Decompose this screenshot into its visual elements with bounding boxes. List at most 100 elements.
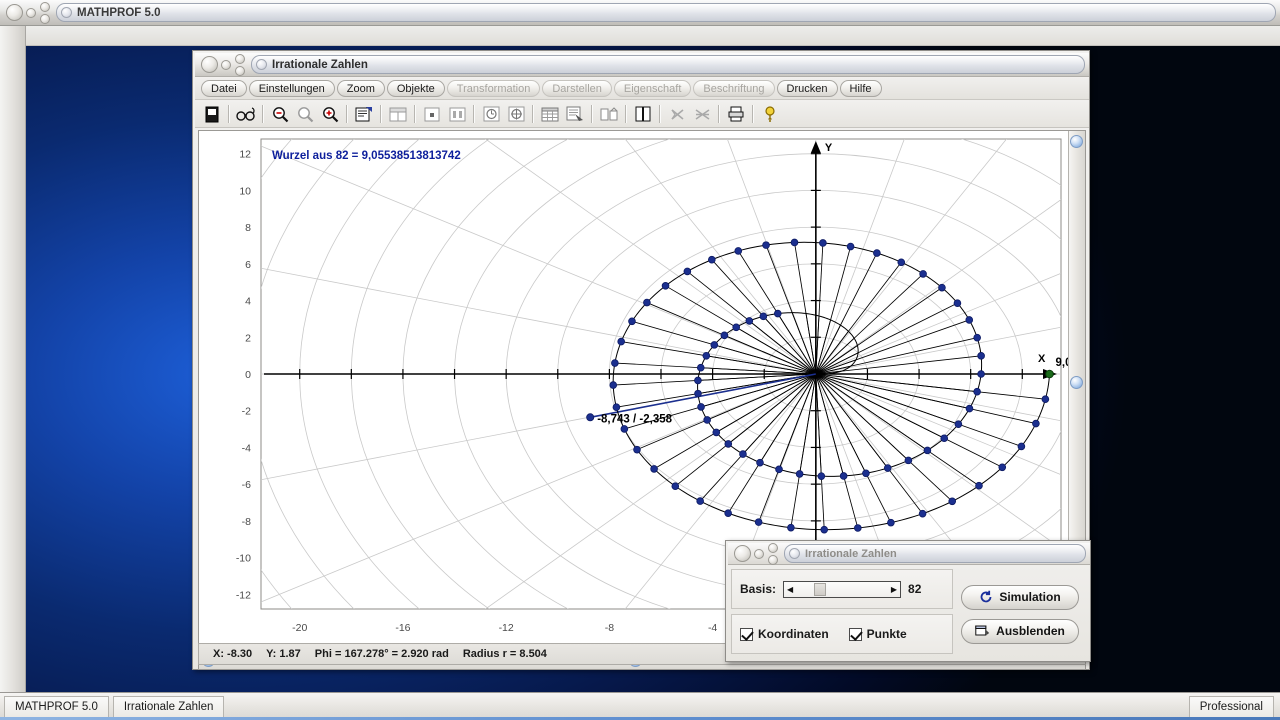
- data-point: [694, 389, 702, 398]
- data-point: [854, 524, 862, 532]
- menu-zoom[interactable]: Zoom: [336, 80, 385, 97]
- vscroll-thumb-top[interactable]: [1070, 135, 1083, 148]
- point-icon[interactable]: [420, 103, 444, 125]
- app-window-controls[interactable]: [0, 1, 50, 24]
- ausblenden-button[interactable]: Ausblenden: [961, 618, 1079, 644]
- taskbar-app-button[interactable]: MATHPROF 5.0: [4, 695, 109, 718]
- data-point: [661, 282, 670, 290]
- app-titlebar[interactable]: MATHPROF 5.0: [0, 0, 1280, 26]
- print-icon[interactable]: [724, 103, 748, 125]
- checkbox-koordinaten-box[interactable]: [740, 627, 753, 641]
- menu-datei[interactable]: Datei: [201, 80, 247, 97]
- mdi-close-blob-icon[interactable]: [201, 56, 218, 73]
- glasses-icon[interactable]: [234, 103, 258, 125]
- close-blob-icon[interactable]: [6, 4, 23, 21]
- data-point: [617, 337, 626, 346]
- toolbar-separator: [659, 105, 661, 123]
- data-point: [887, 518, 895, 527]
- data-point: [862, 469, 870, 478]
- status-radius: Radius r = 8.504: [462, 648, 547, 660]
- slider-thumb[interactable]: [814, 582, 827, 596]
- data-point: [683, 267, 692, 276]
- dialog-close-blob-icon[interactable]: [734, 545, 751, 562]
- compare-icon[interactable]: [597, 103, 621, 125]
- book-icon[interactable]: [631, 103, 655, 125]
- menu-hilfe[interactable]: Hilfe: [839, 80, 882, 97]
- toolbar-separator: [414, 105, 416, 123]
- dialog-blob-stack[interactable]: [768, 542, 778, 565]
- mdi-blob-stack[interactable]: [235, 53, 245, 76]
- basis-slider[interactable]: ◀ ▶: [783, 580, 902, 598]
- dialog-restore-blob-icon[interactable]: [768, 554, 778, 565]
- checkbox-punkte[interactable]: Punkte: [848, 627, 907, 641]
- dialog-title-plate: Irrationale Zahlen: [784, 544, 1086, 563]
- taskbar-window-button[interactable]: Irrationale Zahlen: [112, 695, 225, 718]
- window-split-icon[interactable]: [386, 103, 410, 125]
- menu-datei-label: Datei: [211, 82, 237, 95]
- end-point-label: 9,055: [1056, 357, 1069, 369]
- clock-icon[interactable]: [479, 103, 503, 125]
- zoom-out-icon[interactable]: [268, 103, 292, 125]
- y-tick-label: 6: [245, 259, 251, 271]
- zoom-in-icon[interactable]: [318, 103, 342, 125]
- data-point: [919, 270, 927, 278]
- data-point: [817, 472, 826, 480]
- menu-drucken-label: Drucken: [786, 82, 828, 95]
- properties-icon[interactable]: [352, 103, 376, 125]
- data-point: [897, 258, 906, 267]
- menu-eigenschaft: Eigenschaft: [613, 80, 692, 97]
- mdi-titlebar[interactable]: Irrationale Zahlen: [195, 53, 1089, 77]
- restore-blob-icon[interactable]: [40, 13, 50, 24]
- maximize-blob-icon[interactable]: [40, 1, 50, 12]
- toolbar-separator: [718, 105, 720, 123]
- annotation-label: -8,743 / -2,358: [597, 413, 672, 425]
- dialog-body: Basis: ◀ ▶ 82 Koordinaten Punkte Simulat…: [731, 569, 1087, 659]
- zoom-reset-icon[interactable]: [293, 103, 317, 125]
- columns-icon[interactable]: [445, 103, 469, 125]
- data-point: [633, 445, 641, 454]
- mdi-window-controls[interactable]: [195, 53, 245, 76]
- mdi-restore-blob-icon[interactable]: [235, 65, 245, 76]
- menu-beschriftung: Beschriftung: [693, 80, 775, 97]
- dialog-titlebar[interactable]: Irrationale Zahlen: [728, 542, 1090, 565]
- checkbox-koordinaten[interactable]: Koordinaten: [740, 627, 829, 641]
- device-icon[interactable]: [200, 103, 224, 125]
- table-icon[interactable]: [538, 103, 562, 125]
- menu-hilfe-label: Hilfe: [849, 82, 872, 95]
- slider-right-arrow-icon[interactable]: ▶: [888, 585, 900, 594]
- data-point: [787, 523, 795, 532]
- minimize-blob-icon[interactable]: [26, 7, 36, 18]
- vscroll-thumb-mid[interactable]: [1070, 376, 1083, 389]
- delete-one-icon[interactable]: [665, 103, 689, 125]
- help-icon[interactable]: [758, 103, 782, 125]
- menu-einstellungen[interactable]: Einstellungen: [248, 80, 335, 97]
- dialog-buttons-column: Simulation Ausblenden: [953, 569, 1087, 659]
- delete-all-icon[interactable]: [690, 103, 714, 125]
- blob-stack[interactable]: [40, 1, 50, 24]
- report-icon[interactable]: [563, 103, 587, 125]
- dialog-title-label: Irrationale Zahlen: [805, 547, 897, 560]
- slider-left-arrow-icon[interactable]: ◀: [784, 585, 796, 594]
- menu-drucken[interactable]: Drucken: [776, 80, 838, 97]
- target-icon[interactable]: [504, 103, 528, 125]
- mdi-maximize-blob-icon[interactable]: [235, 53, 245, 64]
- mdi-title-label: Irrationale Zahlen: [272, 58, 368, 71]
- data-point: [918, 509, 927, 518]
- data-point: [773, 309, 782, 318]
- basis-label: Basis:: [740, 582, 777, 596]
- dialog-window-controls[interactable]: [728, 542, 778, 565]
- dialog-maximize-blob-icon[interactable]: [768, 542, 778, 553]
- menu-einstellungen-label: Einstellungen: [258, 82, 325, 95]
- data-point: [671, 482, 680, 490]
- data-point: [795, 470, 804, 478]
- checkbox-punkte-box[interactable]: [848, 627, 862, 641]
- y-tick-label: -12: [236, 589, 251, 601]
- menu-darstellen-label: Darstellen: [552, 82, 602, 95]
- status-phi: Phi = 167.278° = 2.920 rad: [314, 648, 449, 660]
- simulation-button[interactable]: Simulation: [961, 584, 1079, 610]
- y-tick-label: 12: [239, 149, 251, 161]
- data-point: [1041, 395, 1050, 404]
- dialog-minimize-blob-icon[interactable]: [754, 548, 764, 559]
- menu-objekte[interactable]: Objekte: [386, 80, 445, 97]
- mdi-minimize-blob-icon[interactable]: [221, 59, 231, 70]
